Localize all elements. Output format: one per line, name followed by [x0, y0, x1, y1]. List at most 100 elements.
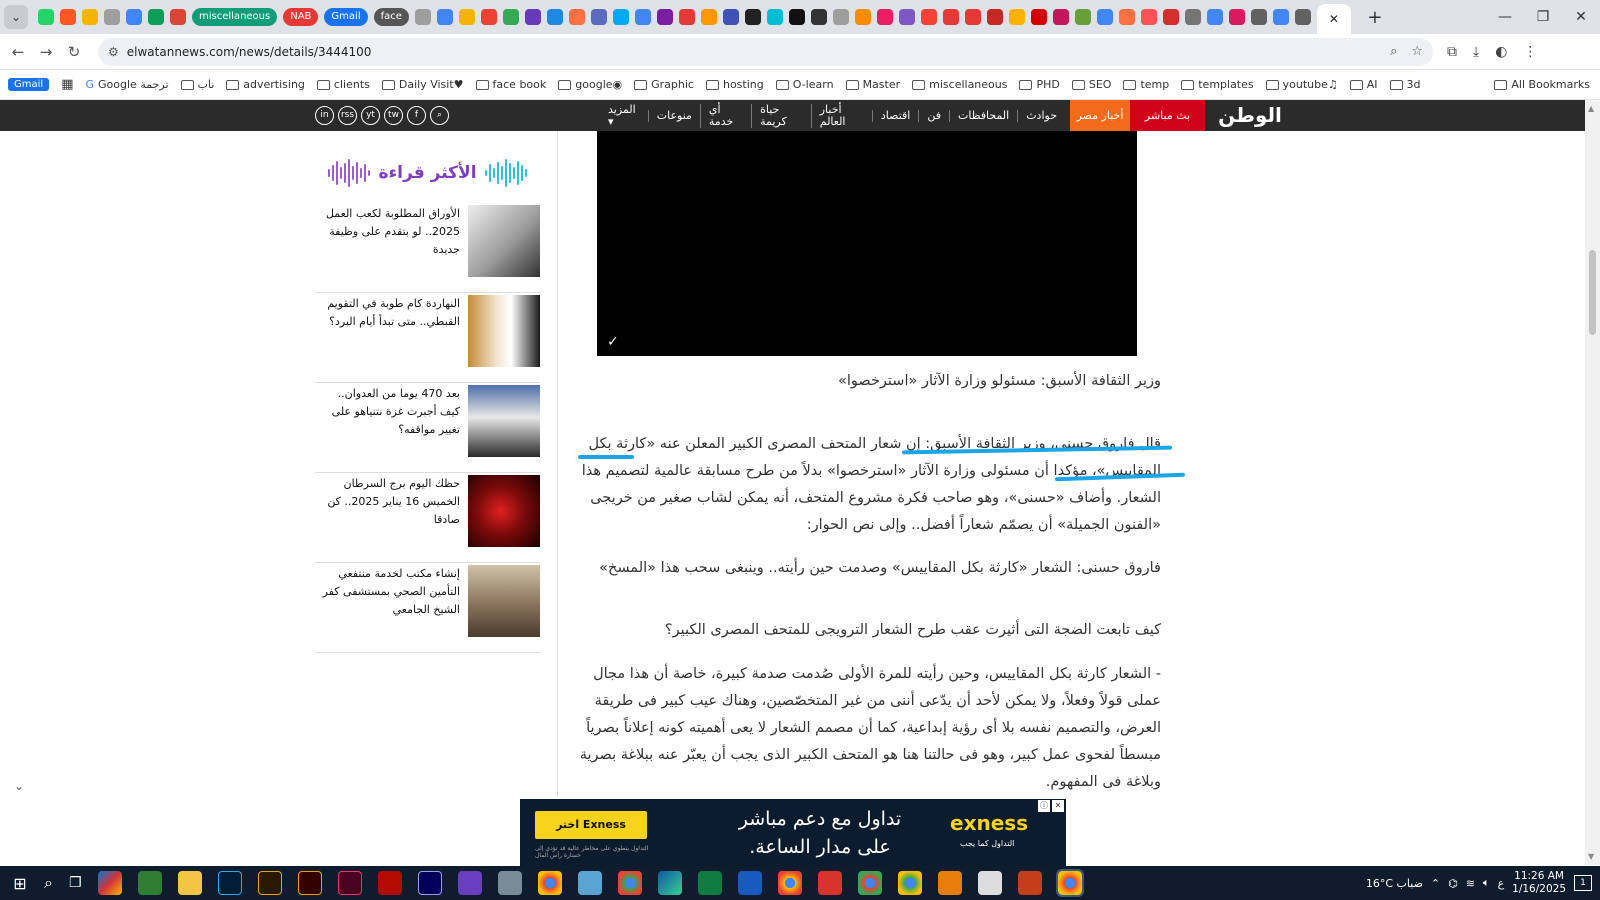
- bookmark-folder[interactable]: Daily Visit♥: [381, 78, 464, 91]
- wifi-icon[interactable]: ≋: [1466, 877, 1475, 890]
- volume-icon[interactable]: 🔈︎: [1483, 876, 1490, 890]
- indesign-icon[interactable]: [337, 871, 362, 895]
- rss-icon[interactable]: rss: [338, 106, 357, 125]
- calculator-icon[interactable]: [497, 871, 522, 895]
- tab-favicon[interactable]: [590, 9, 607, 25]
- tab-favicon[interactable]: [1206, 9, 1223, 25]
- forward-button[interactable]: →: [32, 43, 60, 61]
- chrome-icon[interactable]: [537, 871, 562, 895]
- input-language[interactable]: ع: [1498, 877, 1505, 890]
- tab-favicon[interactable]: [546, 9, 563, 25]
- most-read-item-title[interactable]: إنشاء مكتب لخدمة منتفعي التأمين الصحي بم…: [315, 565, 468, 619]
- network-icon[interactable]: ⌬: [1448, 877, 1458, 890]
- tab-favicon[interactable]: [612, 9, 629, 25]
- most-read-item-title[interactable]: الأوراق المطلوبة لكعب العمل 2025.. لو بت…: [315, 205, 468, 259]
- tab-gmail[interactable]: Gmail: [324, 8, 368, 26]
- article-thumbnail[interactable]: [468, 565, 540, 637]
- whatsapp-tab-icon[interactable]: [38, 9, 54, 25]
- nav-item[interactable]: منوعات: [647, 109, 700, 122]
- most-read-item[interactable]: الأوراق المطلوبة لكعب العمل 2025.. لو بت…: [315, 203, 540, 293]
- most-read-item[interactable]: حظك اليوم برج السرطان الخميس 16 يناير 20…: [315, 473, 540, 563]
- facebook-icon[interactable]: f: [407, 106, 426, 125]
- profile-avatar[interactable]: ◐: [1495, 44, 1507, 60]
- bookmark-folder[interactable]: hosting: [705, 78, 764, 91]
- live-stream-button[interactable]: بث مباشر: [1130, 100, 1205, 131]
- nav-item[interactable]: المحافظات: [948, 109, 1017, 122]
- ad-info-icon[interactable]: ⓘ: [1038, 800, 1050, 812]
- reload-button[interactable]: ↻: [60, 43, 88, 61]
- edge-icon[interactable]: [657, 871, 682, 895]
- blender-icon[interactable]: [937, 871, 962, 895]
- ad-close-icon[interactable]: ✕: [1052, 800, 1064, 812]
- chevron-up-icon[interactable]: ⌃: [1431, 877, 1440, 890]
- history-tab-icon[interactable]: [1294, 9, 1311, 25]
- tab-favicon[interactable]: [82, 9, 98, 25]
- bookmark-folder[interactable]: PHD: [1019, 78, 1060, 91]
- app-icon[interactable]: [577, 871, 602, 895]
- bookmark-gmail[interactable]: Gmail: [8, 78, 50, 91]
- acrobat-icon[interactable]: [377, 871, 402, 895]
- close-window-button[interactable]: ✕: [1562, 9, 1600, 25]
- tab-favicon[interactable]: [568, 9, 585, 25]
- scroll-thumb[interactable]: [1589, 250, 1596, 335]
- tab-favicon[interactable]: [1052, 9, 1069, 25]
- tab-nab[interactable]: NAB: [283, 8, 319, 26]
- downloads-icon[interactable]: ⤓: [1473, 44, 1479, 60]
- tab-favicon[interactable]: [458, 9, 475, 25]
- tab-favicon[interactable]: [898, 9, 915, 25]
- weather-widget[interactable]: 16°C ضباب: [1366, 877, 1423, 890]
- nav-more-menu[interactable]: المزيد ▾: [600, 103, 648, 128]
- chrome-icon[interactable]: [897, 871, 922, 895]
- tab-favicon[interactable]: [148, 9, 164, 25]
- apps-grid-icon[interactable]: ▦: [61, 77, 73, 92]
- most-read-item[interactable]: بعد 470 يوما من العدوان.. كيف أجبرت غزة …: [315, 383, 540, 473]
- tab-favicon[interactable]: [634, 9, 651, 25]
- bookmark-folder[interactable]: O-learn: [775, 78, 834, 91]
- scroll-down-icon[interactable]: ▼: [1588, 852, 1594, 861]
- site-logo[interactable]: الوطن: [1205, 100, 1295, 131]
- bookmark-folder[interactable]: Graphic: [634, 78, 694, 91]
- google-tab-icon[interactable]: [480, 9, 497, 25]
- bookmark-folder[interactable]: clients: [316, 78, 370, 91]
- tab-favicon[interactable]: [832, 9, 849, 25]
- bookmark-folder[interactable]: advertising: [226, 78, 305, 91]
- tab-favicon[interactable]: [1096, 9, 1113, 25]
- article-thumbnail[interactable]: [468, 295, 540, 367]
- bridge-icon[interactable]: [257, 871, 282, 895]
- app-icon[interactable]: [817, 871, 842, 895]
- tab-favicon[interactable]: [656, 9, 673, 25]
- illustrator-icon[interactable]: [297, 871, 322, 895]
- bookmark-folder[interactable]: 3d: [1389, 78, 1421, 91]
- copilot-icon[interactable]: [97, 871, 122, 895]
- exness-ad-banner[interactable]: اختر Exness التداول ينطوي على مخاطر عالي…: [520, 799, 1066, 866]
- tab-favicon[interactable]: [126, 9, 142, 25]
- search-icon[interactable]: ⌕: [44, 873, 53, 893]
- youtube-icon[interactable]: yt: [361, 106, 380, 125]
- nav-item[interactable]: اقتصاد: [871, 109, 918, 122]
- tab-favicon[interactable]: [1162, 9, 1179, 25]
- new-tab-button[interactable]: +: [1363, 5, 1387, 29]
- extensions-icon[interactable]: ⧉: [1447, 44, 1457, 60]
- ad-cta-button[interactable]: اختر Exness: [535, 811, 647, 839]
- article-thumbnail[interactable]: [468, 205, 540, 277]
- most-read-item-title[interactable]: بعد 470 يوما من العدوان.. كيف أجبرت غزة …: [315, 385, 468, 439]
- tab-favicon[interactable]: [502, 9, 519, 25]
- bookmark-folder[interactable]: temp: [1123, 78, 1169, 91]
- tab-favicon[interactable]: [1272, 9, 1289, 25]
- chrome-active-icon[interactable]: [1055, 869, 1084, 897]
- tab-search-button[interactable]: ⌄: [4, 5, 28, 29]
- nav-item[interactable]: أي خدمة: [699, 103, 751, 128]
- article-thumbnail[interactable]: [468, 385, 540, 457]
- most-read-item[interactable]: النهاردة كام طوبة في التقويم القبطي.. مت…: [315, 293, 540, 383]
- restore-button[interactable]: ❐: [1524, 9, 1562, 25]
- nav-item[interactable]: فن: [918, 109, 949, 122]
- chrome-icon[interactable]: [777, 871, 802, 895]
- bookmark-folder[interactable]: ناب: [180, 78, 214, 91]
- url-text[interactable]: elwatannews.com/news/details/3444100: [127, 45, 1376, 59]
- tab-favicon[interactable]: [104, 9, 120, 25]
- page-scrollbar[interactable]: ▲ ▼: [1585, 100, 1600, 865]
- twitter-icon[interactable]: tw: [384, 106, 403, 125]
- tab-face[interactable]: face: [373, 8, 409, 26]
- tab-favicon[interactable]: [1228, 9, 1245, 25]
- clock[interactable]: 11:26 AM 1/16/2025: [1512, 870, 1566, 896]
